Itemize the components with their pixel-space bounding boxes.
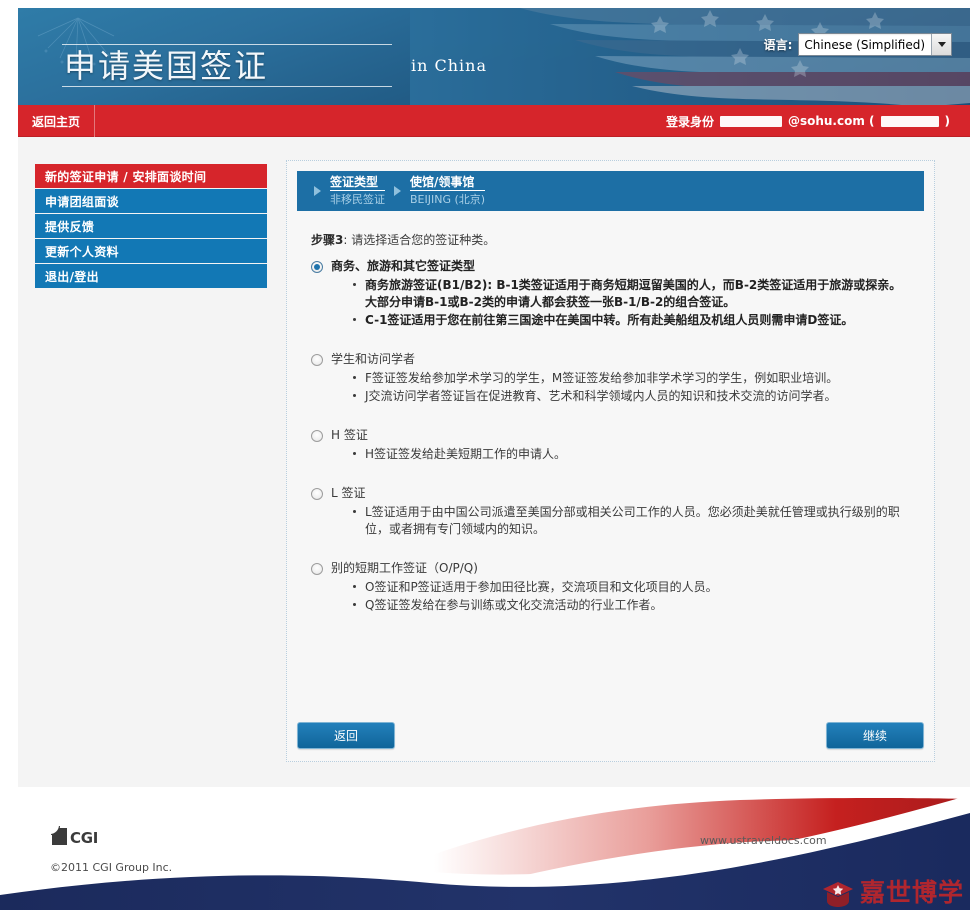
main-panel: 签证类型 非移民签证 使馆/领事馆 BEIJING (北京) 步骤3: 请选择适… <box>286 160 935 762</box>
breadcrumb-item-visa-type[interactable]: 签证类型 非移民签证 <box>330 176 385 206</box>
option-bullet: F签证签发给参加学术学习的学生，M签证签发给参加非学术学习的学生，例如职业培训。 <box>353 370 911 387</box>
option-description-list: F签证签发给参加学术学习的学生，M签证签发给参加非学术学习的学生，例如职业培训。… <box>311 370 911 405</box>
sidebar-item-group-interview[interactable]: 申请团组面谈 <box>35 189 267 213</box>
sidebar-item-logout[interactable]: 退出/登出 <box>35 264 267 288</box>
title-rule-bottom <box>62 86 392 87</box>
visa-option-l-visa[interactable]: L 签证 L签证适用于由中国公司派遣至美国分部或相关公司工作的人员。您必须赴美就… <box>311 486 911 538</box>
option-description-list: O签证和P签证适用于参加田径比赛，交流项目和文化项目的人员。 Q签证签发给在参与… <box>311 579 911 614</box>
us-flag-image <box>410 8 970 105</box>
copyright-text: ©2011 CGI Group Inc. <box>50 861 173 874</box>
sidebar-item-label: 提供反馈 <box>45 219 95 234</box>
step-label: 步骤3 <box>311 233 344 247</box>
option-bullet: J交流访问学者签证旨在促进教育、艺术和科学领域内人员的知识和技术交流的访问学者。 <box>353 388 911 405</box>
site-url-text: www.ustraveldocs.com <box>700 834 827 847</box>
page-root: 申请美国签证 in China 语言: Chinese (Simplified)… <box>0 0 970 910</box>
logged-in-user: 登录身份 @sohu.com ( ) <box>666 105 950 137</box>
option-description-list: L签证适用于由中国公司派遣至美国分部或相关公司工作的人员。您必须赴美就任管理或执… <box>311 504 911 538</box>
sidebar-item-label: 新的签证申请 / 安排面谈时间 <box>45 169 207 184</box>
sidebar-item-label: 退出/登出 <box>45 269 99 284</box>
option-bullet: C-1签证适用于您在前往第三国途中在美国中转。所有赴美船组及机组人员则需申请D签… <box>353 312 911 329</box>
header-banner: 申请美国签证 in China 语言: Chinese (Simplified) <box>18 8 970 105</box>
option-label: L 签证 <box>331 486 366 500</box>
language-selector[interactable]: 语言: Chinese (Simplified) <box>764 33 952 56</box>
visa-option-student-scholar[interactable]: 学生和访问学者 F签证签发给参加学术学习的学生，M签证签发给参加非学术学习的学生… <box>311 352 911 405</box>
login-email-close: ) <box>944 114 950 128</box>
option-bullet: Q签证签发给在参与训练或文化交流活动的行业工作者。 <box>353 597 911 614</box>
breadcrumb-subtitle: 非移民签证 <box>330 193 385 206</box>
option-label: H 签证 <box>331 428 368 442</box>
chevron-down-icon[interactable] <box>931 34 951 55</box>
option-bullet: O签证和P签证适用于参加田径比赛，交流项目和文化项目的人员。 <box>353 579 911 596</box>
radio-button-selected[interactable] <box>311 261 323 273</box>
visa-option-other-temporary-work[interactable]: 别的短期工作签证（O/P/Q) O签证和P签证适用于参加田径比赛，交流项目和文化… <box>311 561 911 614</box>
arrow-right-icon <box>394 186 401 196</box>
radio-button[interactable] <box>311 488 323 500</box>
sidebar-item-feedback[interactable]: 提供反馈 <box>35 214 267 238</box>
login-bar: 返回主页 登录身份 @sohu.com ( ) <box>18 105 970 137</box>
option-description-list: H签证签发给赴美短期工作的申请人。 <box>311 446 911 463</box>
sidebar: 新的签证申请 / 安排面谈时间 申请团组面谈 提供反馈 更新个人资料 退出/登出 <box>35 164 267 289</box>
cgi-logo-text: CGI <box>70 829 99 847</box>
cgi-logo: CGI <box>50 825 99 847</box>
arrow-right-icon <box>314 186 321 196</box>
visa-option-business-tourism[interactable]: 商务、旅游和其它签证类型 商务旅游签证(B1/B2): B-1类签证适用于商务短… <box>311 259 911 329</box>
footer: CGI ©2011 CGI Group Inc. www.ustraveldoc… <box>0 787 970 910</box>
step-instruction: 步骤3: 请选择适合您的签证种类。 <box>311 231 495 248</box>
visa-category-radio-group: 商务、旅游和其它签证类型 商务旅游签证(B1/B2): B-1类签证适用于商务短… <box>311 259 911 637</box>
sidebar-item-label: 更新个人资料 <box>45 244 119 259</box>
content-area: 新的签证申请 / 安排面谈时间 申请团组面谈 提供反馈 更新个人资料 退出/登出… <box>18 137 970 787</box>
option-description-list: 商务旅游签证(B1/B2): B-1类签证适用于商务短期逗留美国的人，而B-2类… <box>311 277 911 329</box>
breadcrumb: 签证类型 非移民签证 使馆/领事馆 BEIJING (北京) <box>297 171 924 211</box>
option-bullet: H签证签发给赴美短期工作的申请人。 <box>353 446 911 463</box>
cgi-mark-icon <box>50 825 67 845</box>
breadcrumb-item-post[interactable]: 使馆/领事馆 BEIJING (北京) <box>410 176 486 206</box>
watermark-text: 嘉世博学 <box>859 878 964 907</box>
title-rule-top <box>62 44 392 45</box>
option-label: 商务、旅游和其它签证类型 <box>331 259 476 273</box>
home-link[interactable]: 返回主页 <box>18 105 96 137</box>
page-title: 申请美国签证 <box>64 47 269 85</box>
graduation-cap-icon <box>821 878 855 908</box>
breadcrumb-title: 签证类型 <box>330 176 385 191</box>
radio-button[interactable] <box>311 430 323 442</box>
radio-button[interactable] <box>311 563 323 575</box>
step-text: : 请选择适合您的签证种类。 <box>343 233 496 247</box>
breadcrumb-title: 使馆/领事馆 <box>410 176 486 191</box>
option-bullet: L签证适用于由中国公司派遣至美国分部或相关公司工作的人员。您必须赴美就任管理或执… <box>353 504 911 538</box>
option-bullet: 商务旅游签证(B1/B2): B-1类签证适用于商务短期逗留美国的人，而B-2类… <box>353 277 911 311</box>
watermark: 嘉世博学 <box>821 878 964 908</box>
page-subtitle: in China <box>411 56 488 75</box>
back-button[interactable]: 返回 <box>297 722 395 749</box>
continue-button[interactable]: 继续 <box>826 722 924 749</box>
language-dropdown[interactable]: Chinese (Simplified) <box>798 33 952 56</box>
radio-button[interactable] <box>311 354 323 366</box>
login-prefix-label: 登录身份 <box>665 114 714 129</box>
option-label: 学生和访问学者 <box>331 352 416 366</box>
language-label: 语言: <box>763 38 793 52</box>
redacted-username <box>719 115 782 127</box>
login-email-domain: @sohu.com ( <box>787 114 875 128</box>
breadcrumb-subtitle: BEIJING (北京) <box>410 193 486 206</box>
option-label: 别的短期工作签证（O/P/Q) <box>331 561 478 575</box>
redacted-account-name <box>880 115 939 127</box>
sidebar-item-update-profile[interactable]: 更新个人资料 <box>35 239 267 263</box>
visa-option-h-visa[interactable]: H 签证 H签证签发给赴美短期工作的申请人。 <box>311 428 911 463</box>
language-selected-value: Chinese (Simplified) <box>804 38 925 52</box>
sidebar-item-new-application[interactable]: 新的签证申请 / 安排面谈时间 <box>35 164 267 188</box>
sidebar-item-label: 申请团组面谈 <box>45 194 119 209</box>
